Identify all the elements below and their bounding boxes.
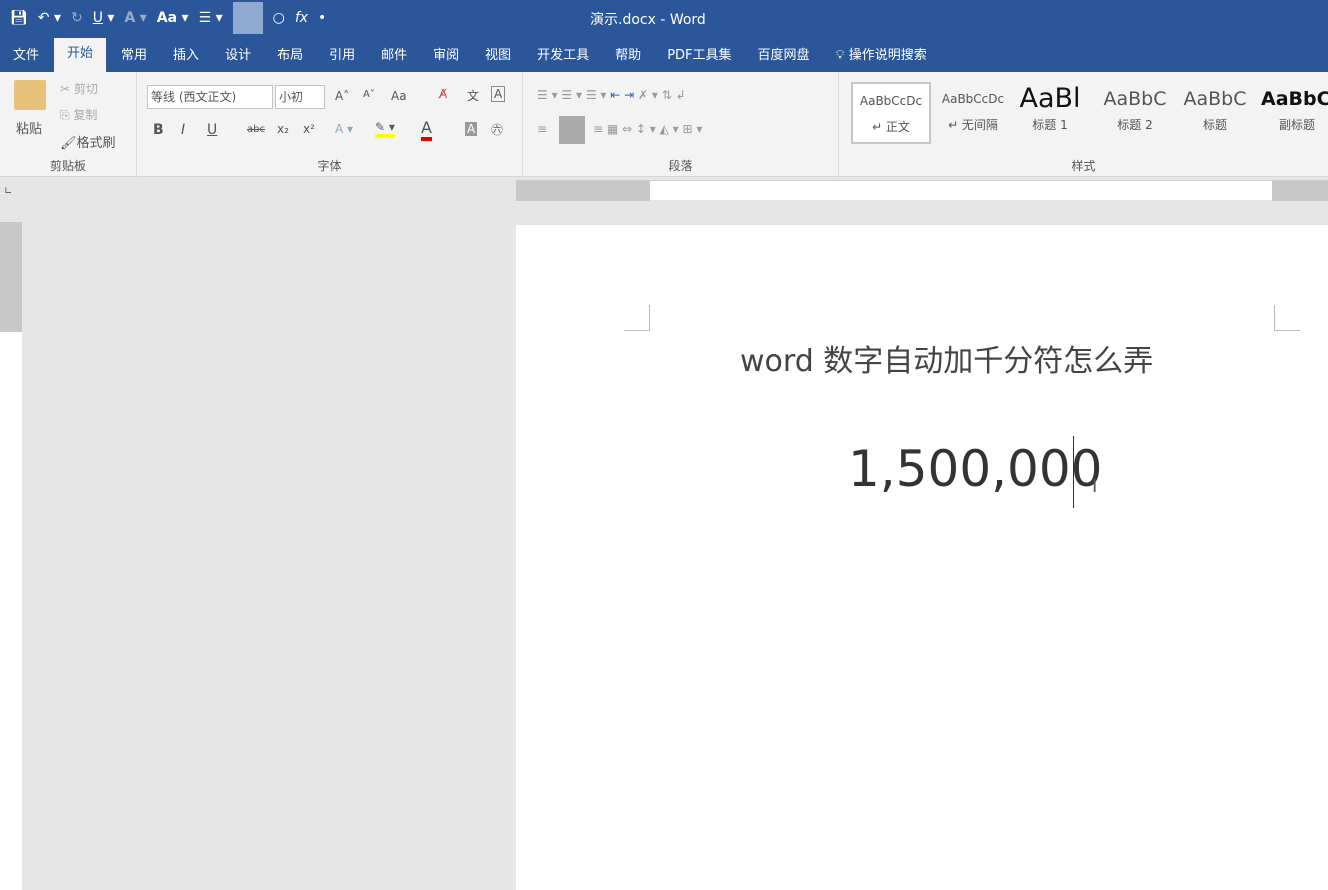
italic-button[interactable]: I bbox=[181, 122, 185, 138]
tab-common[interactable]: 常用 bbox=[108, 40, 160, 72]
style-subtitle[interactable]: AaBbC 副标题 bbox=[1257, 82, 1328, 144]
title-bar: 💾︎ ↶ ▾ ↻ U ▾ A ▾ Aa ▾ ☰ ▾ ○ fx • 演示.docx… bbox=[0, 0, 1328, 36]
copy-button[interactable]: ⎘ 复制 bbox=[60, 106, 97, 123]
ribbon-tabs: 文件 开始 常用 插入 设计 布局 引用 邮件 审阅 视图 开发工具 帮助 PD… bbox=[0, 36, 1328, 72]
ibeam-cursor-icon: I bbox=[1092, 476, 1098, 497]
margin-corner-mark bbox=[624, 305, 650, 331]
tab-file[interactable]: 文件 bbox=[0, 40, 52, 72]
styles-group: AaBbCcDc ↵ 正文 AaBbCcDc ↵ 无间隔 AaBl 标题 1 AaBb… bbox=[839, 72, 1328, 177]
clear-format-icon[interactable]: A̸ bbox=[439, 87, 447, 101]
cut-button[interactable]: ✂ 剪切 bbox=[60, 80, 98, 97]
clipboard-label: 剪贴板 bbox=[49, 159, 86, 173]
window-title: 演示.docx - Word bbox=[590, 12, 706, 28]
document-page[interactable] bbox=[516, 225, 1328, 890]
bold-button[interactable]: B bbox=[153, 122, 164, 138]
align-right-icon[interactable]: ≡ ▦ ⇔ ↕ ▾ ◭ ▾ ⊞ ▾ bbox=[593, 122, 702, 136]
tab-review[interactable]: 审阅 bbox=[420, 40, 472, 72]
superscript-button[interactable]: x² bbox=[303, 122, 315, 136]
font-label: 字体 bbox=[317, 159, 342, 173]
font-color-icon[interactable]: A bbox=[421, 118, 432, 141]
horizontal-ruler[interactable] bbox=[516, 180, 1328, 201]
tab-references[interactable]: 引用 bbox=[316, 40, 368, 72]
strikethrough-button[interactable]: abc bbox=[247, 124, 265, 135]
paragraph-group: ☰ ▾ ☰ ▾ ☰ ▾ ⇤ ⇥ ✗ ▾ ⇅ ↲ ≡ ≡ ▦ ⇔ ↕ ▾ ◭ ▾ … bbox=[523, 72, 839, 177]
ribbon: 粘贴 ✂ 剪切 ⎘ 复制 🖌︎格式刷 剪贴板 等线 (西文正文) 小初 A˄ A… bbox=[0, 72, 1328, 177]
tell-me-search[interactable]: 💡︎ 操作说明搜索 bbox=[823, 40, 940, 72]
tab-stop-selector[interactable]: ∟ bbox=[4, 186, 12, 197]
align-center-button[interactable] bbox=[559, 116, 585, 144]
style-normal[interactable]: AaBbCcDc ↵ 正文 bbox=[851, 82, 931, 144]
document-number[interactable]: 1,500,000 bbox=[848, 440, 1102, 498]
tab-baidu[interactable]: 百度网盘 bbox=[745, 40, 823, 72]
tab-help[interactable]: 帮助 bbox=[602, 40, 654, 72]
text-caret bbox=[1073, 436, 1074, 508]
highlight-icon[interactable]: ✎ ▾ bbox=[375, 120, 395, 138]
underline-button[interactable]: U bbox=[207, 122, 217, 138]
tab-design[interactable]: 设计 bbox=[212, 40, 264, 72]
font-group: 等线 (西文正文) 小初 A˄ A˅ Aa A̸ 文 A B I U abc x… bbox=[137, 72, 523, 177]
clipboard-group: 粘贴 ✂ 剪切 ⎘ 复制 🖌︎格式刷 剪贴板 bbox=[0, 72, 137, 177]
format-painter-button[interactable]: 🖌︎格式刷 bbox=[60, 132, 116, 151]
tab-layout[interactable]: 布局 bbox=[264, 40, 316, 72]
tab-view[interactable]: 视图 bbox=[472, 40, 524, 72]
tab-home[interactable]: 开始 bbox=[54, 38, 107, 72]
vertical-ruler[interactable] bbox=[0, 222, 22, 890]
style-title[interactable]: AaBbC 标题 bbox=[1175, 82, 1255, 144]
bullets-icon[interactable]: ☰ ▾ ☰ ▾ ☰ ▾ ⇤ ⇥ ✗ ▾ ⇅ ↲ bbox=[537, 88, 686, 102]
lightbulb-icon: 💡︎ bbox=[835, 48, 849, 63]
paste-icon[interactable] bbox=[14, 80, 46, 110]
change-case-button[interactable]: Aa bbox=[391, 89, 407, 103]
font-name-select[interactable]: 等线 (西文正文) bbox=[147, 85, 273, 109]
enclose-char-icon[interactable]: ㊅ bbox=[491, 121, 503, 138]
shrink-font-button[interactable]: A˅ bbox=[363, 89, 375, 100]
margin-corner-mark bbox=[1274, 305, 1300, 331]
phonetic-icon[interactable]: 文 bbox=[467, 87, 479, 104]
paragraph-label: 段落 bbox=[668, 159, 693, 173]
subscript-button[interactable]: x₂ bbox=[277, 122, 289, 136]
document-heading[interactable]: word 数字自动加千分符怎么弄 bbox=[740, 336, 1153, 380]
style-heading-2[interactable]: AaBbC 标题 2 bbox=[1095, 82, 1175, 144]
tab-insert[interactable]: 插入 bbox=[160, 40, 212, 72]
font-size-select[interactable]: 小初 bbox=[275, 85, 325, 109]
align-left-icon[interactable]: ≡ bbox=[537, 122, 547, 136]
paste-button[interactable]: 粘贴 bbox=[16, 118, 42, 137]
tab-mailings[interactable]: 邮件 bbox=[368, 40, 420, 72]
tab-pdf[interactable]: PDF工具集 bbox=[654, 40, 744, 72]
grow-font-button[interactable]: A˄ bbox=[335, 89, 349, 103]
text-effects-icon[interactable]: A ▾ bbox=[335, 122, 353, 136]
tab-developer[interactable]: 开发工具 bbox=[524, 40, 602, 72]
styles-label: 样式 bbox=[1071, 159, 1096, 173]
char-shading-icon[interactable]: A bbox=[465, 122, 478, 136]
style-heading-1[interactable]: AaBl 标题 1 bbox=[1013, 82, 1087, 144]
style-no-spacing[interactable]: AaBbCcDc ↵ 无间隔 bbox=[933, 82, 1013, 144]
char-border-icon[interactable]: A bbox=[491, 86, 506, 102]
